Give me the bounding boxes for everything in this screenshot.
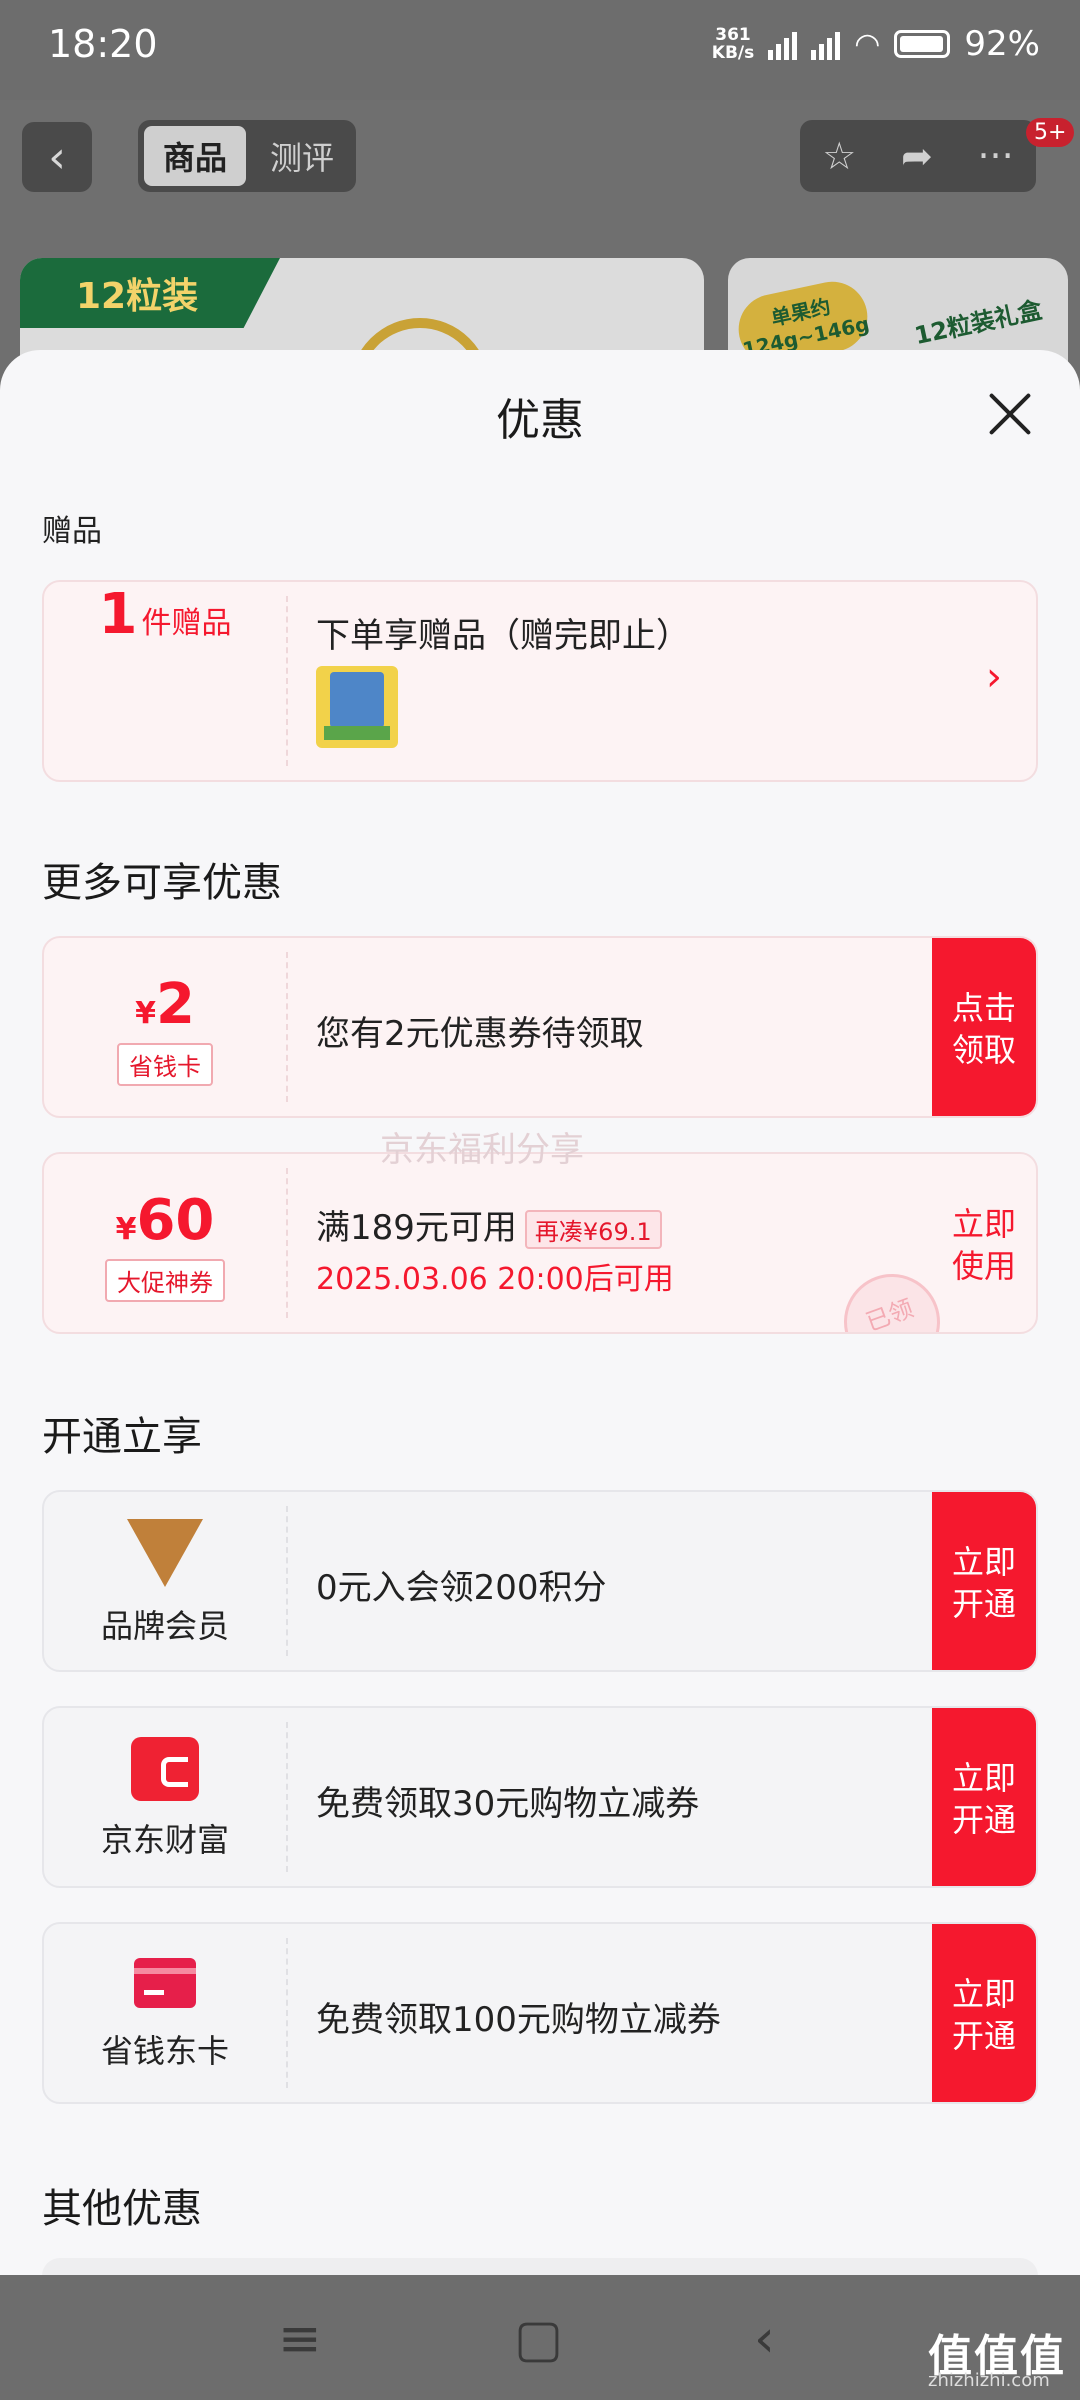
membership-card[interactable]: 京东财富 免费领取30元购物立减券 立即 开通 [42, 1706, 1038, 1888]
site-watermark-url: zhizhizhi.com [928, 2370, 1050, 2391]
network-speed: 361 KB/s [711, 25, 755, 63]
tab-switcher: 商品 测评 [138, 120, 356, 192]
membership-name: 京东财富 [100, 1821, 229, 1859]
next-card-peek [42, 2258, 1038, 2275]
home-icon[interactable]: ▢ [514, 2309, 563, 2369]
membership-card[interactable]: 省钱东卡 免费领取100元购物立减券 立即 开通 [42, 1922, 1038, 2104]
membership-name: 省钱东卡 [100, 2032, 229, 2070]
coupon-condition: 满189元可用 [316, 1208, 517, 1248]
open-button[interactable]: 立即 开通 [932, 1924, 1036, 2102]
system-nav-bar: ≡ ▢ ‹ [0, 2275, 1080, 2400]
tab-product[interactable]: 商品 [144, 126, 246, 186]
coupon-currency: ¥ [135, 996, 156, 1031]
coupon-currency: ¥ [115, 1212, 137, 1247]
membership-text: 免费领取100元购物立减券 [316, 2000, 721, 2040]
battery-icon [894, 30, 951, 58]
open-button[interactable]: 立即 开通 [932, 1492, 1036, 1670]
membership-text: 免费领取30元购物立减券 [316, 1784, 700, 1824]
brand-member-icon [127, 1519, 203, 1587]
savings-card-icon [134, 1958, 196, 2008]
coupon-amount: 60 [136, 1188, 215, 1253]
coupon-text: 您有2元优惠券待领取 [316, 1014, 644, 1054]
battery-level: 92% [964, 24, 1040, 64]
back-button[interactable]: ‹ [22, 122, 92, 192]
gift-card[interactable]: 1 件赠品 下单享赠品（赠完即止） › [42, 580, 1038, 782]
gift-count-unit: 件赠品 [141, 606, 232, 641]
gift-box-label: 12粒装礼盒 [912, 295, 1045, 351]
open-section-label: 开通立享 [42, 1414, 202, 1460]
offers-sheet: 优惠 赠品 1 件赠品 下单享赠品（赠完即止） › 更多可享优惠 ¥2 省钱卡 … [0, 350, 1080, 2275]
signal-icon [768, 28, 798, 60]
coupon-card[interactable]: ¥2 省钱卡 您有2元优惠券待领取 点击 领取 [42, 936, 1038, 1118]
coupon-tag: 大促神券 [105, 1259, 225, 1302]
header-actions: ☆ ➦ ··· [800, 120, 1036, 192]
more-icon[interactable]: ··· [977, 134, 1013, 178]
message-badge: 5+ [1026, 118, 1075, 147]
membership-name: 品牌会员 [100, 1607, 229, 1645]
tab-review[interactable]: 测评 [256, 126, 348, 186]
use-button[interactable]: 立即 使用 [932, 1154, 1036, 1332]
other-offers-label: 其他优惠 [42, 2186, 202, 2232]
menu-icon[interactable]: ≡ [278, 2309, 322, 2369]
top-up-chip: 再凑¥69.1 [524, 1210, 662, 1249]
coupon-card[interactable]: ¥60 大促神券 满189元可用 再凑¥69.1 2025.03.06 20:00… [42, 1152, 1038, 1334]
jd-wealth-icon [131, 1737, 199, 1801]
gift-thumbnail [316, 666, 398, 748]
star-icon[interactable]: ☆ [822, 134, 856, 178]
signal-icon [811, 28, 841, 60]
gift-count: 1 [98, 582, 138, 647]
gift-section-label: 赠品 [42, 514, 102, 549]
share-icon[interactable]: ➦ [901, 134, 933, 178]
wifi-icon: ◠ [854, 26, 881, 62]
gift-text: 下单享赠品（赠完即止） [316, 616, 690, 656]
membership-card[interactable]: 品牌会员 0元入会领200积分 立即 开通 [42, 1490, 1038, 1672]
membership-text: 0元入会领200积分 [316, 1568, 607, 1608]
coupon-tag: 省钱卡 [117, 1043, 213, 1086]
close-icon[interactable] [986, 390, 1034, 438]
watermark-text: 京东福利分享 [380, 1130, 584, 1170]
more-offers-label: 更多可享优惠 [42, 860, 282, 906]
open-button[interactable]: 立即 开通 [932, 1708, 1036, 1886]
coupon-amount: 2 [155, 972, 195, 1037]
claim-button[interactable]: 点击 领取 [932, 938, 1036, 1116]
back-icon: ‹ [48, 131, 66, 183]
product-tag: 12粒装 [20, 258, 280, 328]
coupon-valid-time: 2025.03.06 20:00后可用 [316, 1262, 674, 1297]
status-bar: 18:20 361 KB/s ◠ 92% [0, 0, 1080, 100]
back-nav-icon[interactable]: ‹ [754, 2309, 775, 2369]
status-time: 18:20 [48, 22, 158, 66]
gift-arrow-icon[interactable]: › [986, 654, 1002, 700]
sheet-title: 优惠 [496, 395, 584, 446]
